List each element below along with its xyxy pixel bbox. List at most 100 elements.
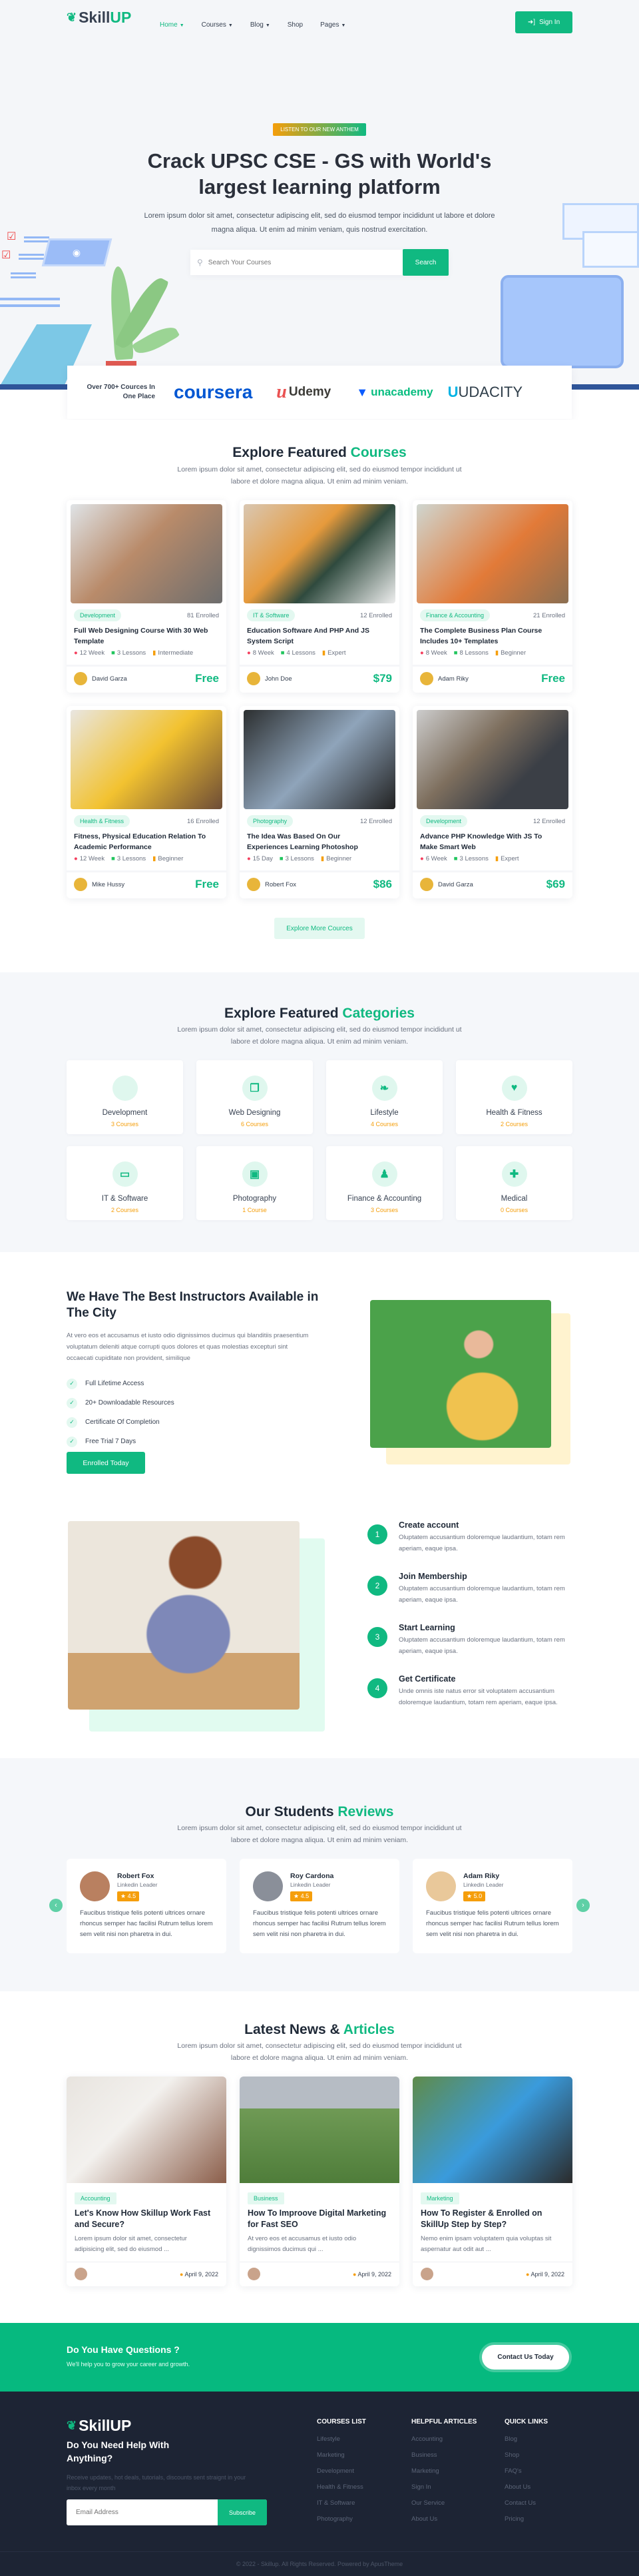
subscribe-button[interactable]: Subscribe — [218, 2499, 267, 2525]
sign-in-button[interactable]: ➜] Sign In — [515, 11, 572, 33]
rating-badge: ★ 5.0 — [463, 1891, 486, 1901]
course-card[interactable]: Health & Fitness 16 Enrolled Fitness, Ph… — [67, 706, 226, 898]
category-card-lifestyle[interactable]: ❧ Lifestyle 4 Courses — [326, 1060, 443, 1134]
author-name[interactable]: Robert Fox — [265, 881, 296, 888]
course-category-tag[interactable]: Finance & Accounting — [420, 609, 491, 621]
course-card[interactable]: Development 81 Enrolled Full Web Designi… — [67, 500, 226, 693]
nav-item-shop[interactable]: Shop — [288, 21, 303, 29]
author-name[interactable]: David Garza — [438, 881, 473, 888]
course-card[interactable]: IT & Software 12 Enrolled Education Soft… — [240, 500, 399, 693]
footer-link[interactable]: Contact Us — [505, 2499, 548, 2507]
footer-link[interactable]: Development — [317, 2467, 366, 2475]
article-category-tag[interactable]: Accounting — [75, 2192, 116, 2204]
check-icon: ✓ — [67, 1378, 77, 1389]
article-title[interactable]: How To Register & Enrolled on SkillUp St… — [421, 2208, 564, 2230]
course-title[interactable]: Fitness, Physical Education Relation To … — [74, 831, 210, 852]
carousel-prev-button[interactable]: ‹ — [49, 1899, 63, 1912]
category-card-medical[interactable]: ✚ Medical 0 Courses — [456, 1146, 572, 1220]
article-title[interactable]: How To Improove Digital Marketing for Fa… — [248, 2208, 391, 2230]
nav-item-pages[interactable]: Pages ▼ — [320, 21, 345, 29]
category-card-web-designing[interactable]: ❐ Web Designing 6 Courses — [196, 1060, 313, 1134]
author-name[interactable]: Mike Hussy — [92, 881, 124, 888]
enrolled-today-button[interactable]: Enrolled Today — [67, 1452, 145, 1474]
course-category-tag[interactable]: Health & Fitness — [74, 815, 130, 827]
caret-down-icon: ▼ — [228, 23, 233, 28]
clock-icon: ● — [420, 855, 424, 862]
footer-logo[interactable]: ❦ Skill UP — [67, 2417, 131, 2435]
footer-link[interactable]: Our Service — [411, 2499, 477, 2507]
footer-link[interactable]: FAQ's — [505, 2467, 548, 2475]
course-category-tag[interactable]: Development — [420, 815, 468, 827]
category-card-finance-accounting[interactable]: ♟ Finance & Accounting 3 Courses — [326, 1146, 443, 1220]
footer-link[interactable]: Sign In — [411, 2483, 477, 2491]
category-name: Development — [102, 1109, 148, 1117]
nav-item-home[interactable]: Home ▼ — [160, 21, 184, 29]
footer-link[interactable]: Shop — [505, 2451, 548, 2459]
footer-link[interactable]: Photography — [317, 2515, 366, 2523]
email-field[interactable] — [67, 2499, 218, 2525]
course-card[interactable]: Development 12 Enrolled Advance PHP Know… — [413, 706, 572, 898]
author-name[interactable]: John Doe — [265, 675, 292, 683]
reviewer-role: Linkedin Leader — [290, 1881, 331, 1888]
nav-item-courses[interactable]: Courses ▼ — [202, 21, 233, 29]
nav-item-blog[interactable]: Blog ▼ — [250, 21, 270, 29]
footer-link[interactable]: Blog — [505, 2435, 548, 2443]
category-card-photography[interactable]: ▣ Photography 1 Course — [196, 1146, 313, 1220]
review-text: Faucibus tristique felis potenti ultrice… — [426, 1909, 559, 1938]
review-text: Faucibus tristique felis potenti ultrice… — [80, 1909, 213, 1938]
star-icon: ★ — [294, 1893, 301, 1899]
category-card-health-fitness[interactable]: ♥ Health & Fitness 2 Courses — [456, 1060, 572, 1134]
article-title[interactable]: Let's Know How Skillup Work Fast and Sec… — [75, 2208, 218, 2230]
course-card[interactable]: Finance & Accounting 21 Enrolled The Com… — [413, 500, 572, 693]
course-category-tag[interactable]: Development — [74, 609, 122, 621]
course-category-tag[interactable]: IT & Software — [247, 609, 296, 621]
footer-link[interactable]: About Us — [411, 2515, 477, 2523]
logo[interactable]: ❦ Skill UP — [67, 9, 131, 27]
unacademy-logo: ▼ unacademy — [356, 385, 433, 399]
video-icon: ■ — [453, 649, 458, 657]
author-avatar — [247, 672, 260, 685]
contact-us-button[interactable]: Contact Us Today — [482, 2345, 569, 2370]
article-card[interactable]: Accounting Let's Know How Skillup Work F… — [67, 2077, 226, 2286]
article-card[interactable]: Business How To Improove Digital Marketi… — [240, 2077, 399, 2286]
category-course-count: 2 Courses — [500, 1121, 529, 1127]
article-card[interactable]: Marketing How To Register & Enrolled on … — [413, 2077, 572, 2286]
signal-bars-icon: ▮ — [321, 649, 326, 657]
sign-in-icon: ➜] — [527, 19, 536, 26]
footer-link[interactable]: Marketing — [411, 2467, 477, 2475]
article-date: ● April 9, 2022 — [353, 2271, 391, 2278]
course-title[interactable]: Advance PHP Knowledge With JS To Make Sm… — [420, 831, 556, 852]
author-name[interactable]: David Garza — [92, 675, 127, 683]
footer-link[interactable]: Lifestyle — [317, 2435, 366, 2443]
course-title[interactable]: The Complete Business Plan Course Includ… — [420, 625, 556, 647]
footer-link[interactable]: Health & Fitness — [317, 2483, 366, 2491]
carousel-next-button[interactable]: › — [576, 1899, 590, 1912]
course-title[interactable]: The Idea Was Based On Our Experiences Le… — [247, 831, 383, 852]
category-name: Health & Fitness — [486, 1109, 542, 1117]
course-title[interactable]: Education Software And PHP And JS System… — [247, 625, 383, 647]
article-category-tag[interactable]: Marketing — [421, 2192, 459, 2204]
article-category-tag[interactable]: Business — [248, 2192, 284, 2204]
course-meta: ● 15 Day ■ 3 Lessons ▮ Beginner — [247, 855, 352, 862]
category-card-development[interactable]: Development 3 Courses — [67, 1060, 183, 1134]
footer-link[interactable]: Business — [411, 2451, 477, 2459]
card-divider — [67, 665, 226, 667]
footer-link[interactable]: Marketing — [317, 2451, 366, 2459]
footer-link[interactable]: IT & Software — [317, 2499, 366, 2507]
card-divider — [413, 665, 572, 667]
course-card[interactable]: Photography 12 Enrolled The Idea Was Bas… — [240, 706, 399, 898]
anthem-badge[interactable]: LISTEN TO OUR NEW ANTHEM — [273, 123, 366, 136]
footer-link[interactable]: Pricing — [505, 2515, 548, 2523]
course-category-tag[interactable]: Photography — [247, 815, 294, 827]
footer-link[interactable]: About Us — [505, 2483, 548, 2491]
course-title[interactable]: Full Web Designing Course With 30 Web Te… — [74, 625, 210, 647]
search-input[interactable] — [208, 258, 403, 266]
author-name[interactable]: Adam Riky — [438, 675, 469, 683]
search-button[interactable]: Search — [403, 249, 449, 276]
author-avatar — [421, 2268, 433, 2280]
footer-link[interactable]: Accounting — [411, 2435, 477, 2443]
course-meta: ● 8 Week ■ 8 Lessons ▮ Beginner — [420, 649, 527, 657]
medical-kit-icon: ✚ — [501, 1161, 527, 1187]
explore-more-courses-button[interactable]: Explore More Cources — [274, 918, 365, 939]
category-card-it-software[interactable]: ▭ IT & Software 2 Courses — [67, 1146, 183, 1220]
